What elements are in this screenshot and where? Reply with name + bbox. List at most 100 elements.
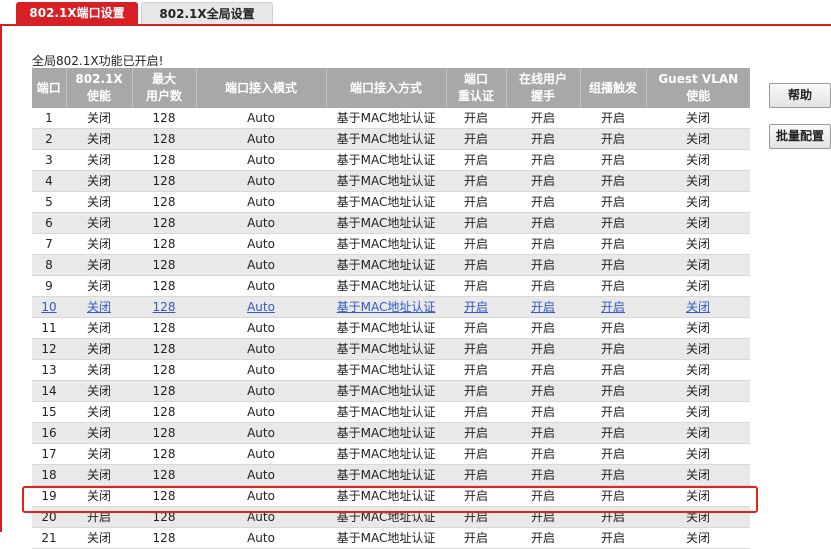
batch-config-button[interactable]: 批量配置	[769, 124, 831, 149]
cell-8021x-enable: 开启	[66, 506, 132, 528]
table-row[interactable]: 14 关闭 128 Auto 基于MAC地址认证 开启 开启 开启 关闭	[32, 380, 750, 402]
table-row[interactable]: 12 关闭 128 Auto 基于MAC地址认证 开启 开启 开启 关闭	[32, 338, 750, 360]
cell-max-users: 128	[132, 464, 196, 486]
cell-guest-vlan-enable: 关闭	[646, 506, 750, 528]
cell-max-users: 128	[132, 128, 196, 150]
table-row[interactable]: 11 关闭 128 Auto 基于MAC地址认证 开启 开启 开启 关闭	[32, 317, 750, 339]
cell-8021x-enable: 关闭	[66, 149, 132, 171]
cell-max-users: 128	[132, 443, 196, 465]
cell-port: 18	[32, 464, 66, 486]
table-row[interactable]: 6 关闭 128 Auto 基于MAC地址认证 开启 开启 开启 关闭	[32, 212, 750, 234]
table-row[interactable]: 1 关闭 128 Auto 基于MAC地址认证 开启 开启 开启 关闭	[32, 108, 750, 129]
cell-reauth: 开启	[446, 506, 506, 528]
cell-8021x-enable: 关闭	[66, 108, 132, 129]
cell-access-mode: Auto	[196, 506, 326, 528]
content-left-border	[0, 26, 2, 532]
cell-access-mode: Auto	[196, 338, 326, 360]
table-row[interactable]: 19 关闭 128 Auto 基于MAC地址认证 开启 开启 开启 关闭	[32, 485, 750, 507]
cell-8021x-enable: 关闭	[66, 401, 132, 423]
table-row[interactable]: 15 关闭 128 Auto 基于MAC地址认证 开启 开启 开启 关闭	[32, 401, 750, 423]
cell-reauth[interactable]: 开启	[446, 296, 506, 318]
table-row[interactable]: 2 关闭 128 Auto 基于MAC地址认证 开启 开启 开启 关闭	[32, 128, 750, 150]
table-header-row: 端口 802.1X 使能 最大 用户数 端口接入模式 端口接入方式 端口 重认证 在线用户 握手 组播…	[32, 68, 750, 108]
column-header-port: 端口	[32, 68, 67, 108]
cell-multicast-trigger: 开启	[580, 128, 646, 150]
cell-8021x-enable: 关闭	[66, 317, 132, 339]
cell-8021x-enable[interactable]: 关闭	[66, 296, 132, 318]
cell-online-handshake: 开启	[506, 443, 580, 465]
global-status-text: 全局802.1X功能已开启!	[32, 54, 164, 68]
cell-access-method: 基于MAC地址认证	[326, 317, 446, 339]
cell-8021x-enable: 关闭	[66, 443, 132, 465]
cell-reauth: 开启	[446, 170, 506, 192]
cell-max-users: 128	[132, 275, 196, 297]
tab-8021x-global-settings[interactable]: 802.1X全局设置	[141, 2, 273, 24]
cell-online-handshake: 开启	[506, 254, 580, 276]
column-header-access-mode: 端口接入模式	[196, 68, 327, 108]
table-row[interactable]: 21 关闭 128 Auto 基于MAC地址认证 开启 开启 开启 关闭	[32, 527, 750, 549]
cell-multicast-trigger: 开启	[580, 443, 646, 465]
cell-port[interactable]: 10	[32, 296, 66, 318]
cell-8021x-enable: 关闭	[66, 338, 132, 360]
table-row[interactable]: 16 关闭 128 Auto 基于MAC地址认证 开启 开启 开启 关闭	[32, 422, 750, 444]
cell-guest-vlan-enable: 关闭	[646, 401, 750, 423]
column-header-access-method: 端口接入方式	[326, 68, 447, 108]
cell-8021x-enable: 关闭	[66, 359, 132, 381]
cell-multicast-trigger: 开启	[580, 422, 646, 444]
table-row[interactable]: 9 关闭 128 Auto 基于MAC地址认证 开启 开启 开启 关闭	[32, 275, 750, 297]
column-header-8021x-enable: 802.1X 使能	[66, 68, 133, 108]
cell-guest-vlan-enable: 关闭	[646, 170, 750, 192]
cell-access-method: 基于MAC地址认证	[326, 128, 446, 150]
table-row[interactable]: 4 关闭 128 Auto 基于MAC地址认证 开启 开启 开启 关闭	[32, 170, 750, 192]
cell-access-mode: Auto	[196, 170, 326, 192]
cell-online-handshake[interactable]: 开启	[506, 296, 580, 318]
cell-access-mode: Auto	[196, 191, 326, 213]
cell-online-handshake: 开启	[506, 506, 580, 528]
cell-online-handshake: 开启	[506, 212, 580, 234]
cell-max-users[interactable]: 128	[132, 296, 196, 318]
cell-online-handshake: 开启	[506, 191, 580, 213]
cell-port: 3	[32, 149, 66, 171]
cell-guest-vlan-enable: 关闭	[646, 338, 750, 360]
cell-port: 14	[32, 380, 66, 402]
table-row[interactable]: 10 关闭 128 Auto 基于MAC地址认证 开启 开启 开启 关闭	[32, 296, 750, 318]
cell-reauth: 开启	[446, 338, 506, 360]
cell-guest-vlan-enable: 关闭	[646, 485, 750, 507]
cell-access-method: 基于MAC地址认证	[326, 359, 446, 381]
cell-port: 16	[32, 422, 66, 444]
table-row[interactable]: 5 关闭 128 Auto 基于MAC地址认证 开启 开启 开启 关闭	[32, 191, 750, 213]
cell-access-mode[interactable]: Auto	[196, 296, 326, 318]
cell-access-method: 基于MAC地址认证	[326, 233, 446, 255]
cell-max-users: 128	[132, 401, 196, 423]
table-row[interactable]: 7 关闭 128 Auto 基于MAC地址认证 开启 开启 开启 关闭	[32, 233, 750, 255]
table-row[interactable]: 13 关闭 128 Auto 基于MAC地址认证 开启 开启 开启 关闭	[32, 359, 750, 381]
cell-access-method: 基于MAC地址认证	[326, 170, 446, 192]
table-row[interactable]: 8 关闭 128 Auto 基于MAC地址认证 开启 开启 开启 关闭	[32, 254, 750, 276]
tab-8021x-port-settings[interactable]: 802.1X端口设置	[16, 2, 138, 24]
cell-guest-vlan-enable: 关闭	[646, 212, 750, 234]
cell-access-mode: Auto	[196, 108, 326, 129]
cell-guest-vlan-enable[interactable]: 关闭	[646, 296, 750, 318]
table-row[interactable]: 3 关闭 128 Auto 基于MAC地址认证 开启 开启 开启 关闭	[32, 149, 750, 171]
table-row[interactable]: 18 关闭 128 Auto 基于MAC地址认证 开启 开启 开启 关闭	[32, 464, 750, 486]
cell-port: 15	[32, 401, 66, 423]
cell-access-method[interactable]: 基于MAC地址认证	[326, 296, 446, 318]
cell-reauth: 开启	[446, 149, 506, 171]
table-row[interactable]: 20 开启 128 Auto 基于MAC地址认证 开启 开启 开启 关闭	[32, 506, 750, 528]
cell-8021x-enable: 关闭	[66, 485, 132, 507]
column-header-multicast-trigger: 组播触发	[580, 68, 647, 108]
cell-port: 4	[32, 170, 66, 192]
cell-online-handshake: 开启	[506, 338, 580, 360]
cell-multicast-trigger[interactable]: 开启	[580, 296, 646, 318]
table-row[interactable]: 17 关闭 128 Auto 基于MAC地址认证 开启 开启 开启 关闭	[32, 443, 750, 465]
cell-online-handshake: 开启	[506, 317, 580, 339]
cell-reauth: 开启	[446, 527, 506, 549]
cell-access-method: 基于MAC地址认证	[326, 108, 446, 129]
cell-online-handshake: 开启	[506, 233, 580, 255]
cell-max-users: 128	[132, 485, 196, 507]
cell-max-users: 128	[132, 212, 196, 234]
cell-multicast-trigger: 开启	[580, 506, 646, 528]
help-button[interactable]: 帮助	[769, 83, 831, 108]
cell-port: 1	[32, 108, 66, 129]
cell-access-method: 基于MAC地址认证	[326, 275, 446, 297]
